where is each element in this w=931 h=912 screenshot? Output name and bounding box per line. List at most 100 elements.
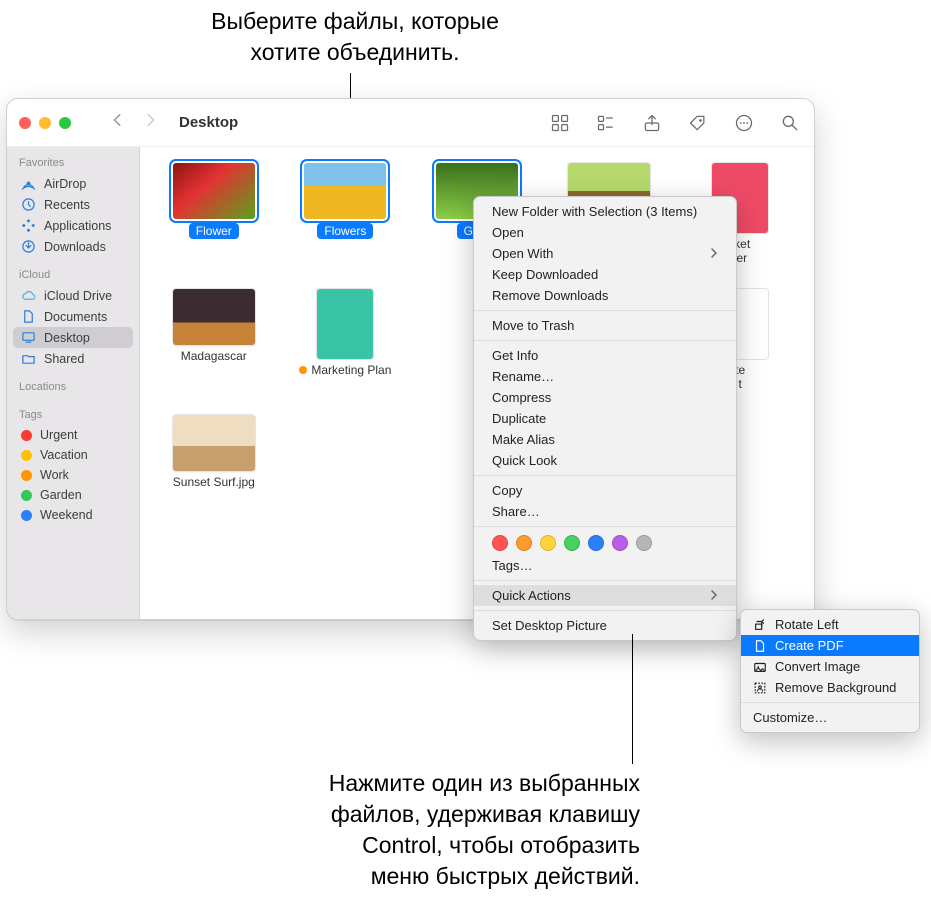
submenu-item[interactable]: Create PDF xyxy=(741,635,919,656)
sidebar-item-shared[interactable]: Shared xyxy=(13,348,133,369)
submenu-item-label: Create PDF xyxy=(775,638,844,653)
menu-item[interactable]: Compress xyxy=(474,387,736,408)
view-mode-button[interactable] xyxy=(550,113,570,133)
tag-dot-icon xyxy=(21,490,32,501)
sidebar-item-label: Downloads xyxy=(44,240,106,254)
photo-thumbnail xyxy=(173,163,255,219)
removebg-icon xyxy=(753,681,767,695)
submenu-item[interactable]: Remove Background xyxy=(741,677,919,698)
shared-icon xyxy=(21,351,36,366)
menu-item-label: Keep Downloaded xyxy=(492,267,598,282)
sidebar-tag-vacation[interactable]: Vacation xyxy=(13,445,133,465)
chevron-right-icon xyxy=(710,246,718,261)
tag-color-swatch[interactable] xyxy=(516,535,532,551)
submenu-item-label: Rotate Left xyxy=(775,617,839,632)
tag-color-swatch[interactable] xyxy=(564,535,580,551)
menu-item[interactable]: Quick Look xyxy=(474,450,736,471)
sidebar-item-icloud-drive[interactable]: iCloud Drive xyxy=(13,285,133,306)
menu-item-label: Quick Look xyxy=(492,453,557,468)
menu-item[interactable]: Remove Downloads xyxy=(474,285,736,306)
menu-item-label: Quick Actions xyxy=(492,588,571,603)
tags-button[interactable] xyxy=(688,113,708,133)
menu-item-label: New Folder with Selection (3 Items) xyxy=(492,204,697,219)
chevron-right-icon xyxy=(710,588,718,603)
sidebar-item-documents[interactable]: Documents xyxy=(13,306,133,327)
menu-item[interactable]: Get Info xyxy=(474,345,736,366)
more-button[interactable] xyxy=(734,113,754,133)
menu-item[interactable]: New Folder with Selection (3 Items) xyxy=(474,201,736,222)
tag-dot-icon xyxy=(21,510,32,521)
tag-color-swatch[interactable] xyxy=(492,535,508,551)
file-item[interactable]: Sunset Surf.jpg xyxy=(162,415,266,489)
minimize-icon[interactable] xyxy=(39,117,51,129)
zoom-icon[interactable] xyxy=(59,117,71,129)
sidebar-item-label: Work xyxy=(40,468,69,482)
menu-item[interactable]: Duplicate xyxy=(474,408,736,429)
submenu-item[interactable]: Rotate Left xyxy=(741,614,919,635)
tag-color-swatch[interactable] xyxy=(540,535,556,551)
menu-item[interactable]: Open xyxy=(474,222,736,243)
convert-icon xyxy=(753,660,767,674)
menu-item[interactable]: Open With xyxy=(474,243,736,264)
window-title: Desktop xyxy=(179,114,238,131)
cloud-icon xyxy=(21,288,36,303)
file-label: Sunset Surf.jpg xyxy=(173,475,255,489)
callout-top: Выберите файлы, которые хотите объединит… xyxy=(195,6,515,68)
menu-item-label: Copy xyxy=(492,483,522,498)
sidebar-item-downloads[interactable]: Downloads xyxy=(13,236,133,257)
tag-dot-icon xyxy=(21,450,32,461)
file-item[interactable]: Marketing Plan xyxy=(294,289,398,391)
downloads-icon xyxy=(21,239,36,254)
clock-icon xyxy=(21,197,36,212)
menu-item[interactable]: Move to Trash xyxy=(474,315,736,336)
menu-item[interactable]: Set Desktop Picture xyxy=(474,615,736,636)
menu-item-label: Rename… xyxy=(492,369,554,384)
sidebar-tag-urgent[interactable]: Urgent xyxy=(13,425,133,445)
group-button[interactable] xyxy=(596,113,616,133)
sidebar-item-airdrop[interactable]: AirDrop xyxy=(13,173,133,194)
context-menu: New Folder with Selection (3 Items) Open O… xyxy=(473,196,737,641)
window-controls[interactable] xyxy=(19,117,71,129)
forward-button[interactable] xyxy=(143,113,157,132)
menu-item-label: Tags… xyxy=(492,558,532,573)
menu-item[interactable]: Copy xyxy=(474,480,736,501)
sidebar-title-icloud: iCloud xyxy=(19,269,127,281)
sidebar-item-label: Desktop xyxy=(44,331,90,345)
menu-item[interactable]: Keep Downloaded xyxy=(474,264,736,285)
close-icon[interactable] xyxy=(19,117,31,129)
sidebar-item-desktop[interactable]: Desktop xyxy=(13,327,133,348)
file-label: Flowers xyxy=(317,223,373,239)
tag-color-swatch[interactable] xyxy=(636,535,652,551)
search-button[interactable] xyxy=(780,113,800,133)
sidebar: Favorites AirDrop Recents Applications D… xyxy=(7,147,140,619)
file-item[interactable]: Flower xyxy=(162,163,266,265)
sidebar-item-label: Urgent xyxy=(40,428,78,442)
submenu-item-label: Customize… xyxy=(753,710,827,725)
photo-thumbnail xyxy=(173,415,255,471)
menu-item[interactable]: Tags… xyxy=(474,555,736,576)
tag-color-row[interactable] xyxy=(474,531,736,555)
menu-item[interactable]: Share… xyxy=(474,501,736,522)
menu-item[interactable]: Make Alias xyxy=(474,429,736,450)
file-item[interactable]: Madagascar xyxy=(162,289,266,391)
callout-bottom-line xyxy=(632,634,633,764)
share-button[interactable] xyxy=(642,113,662,133)
menu-item[interactable]: Quick Actions xyxy=(474,585,736,606)
submenu-item[interactable]: Customize… xyxy=(741,707,919,728)
submenu-item[interactable]: Convert Image xyxy=(741,656,919,677)
sidebar-tag-work[interactable]: Work xyxy=(13,465,133,485)
tag-color-swatch[interactable] xyxy=(612,535,628,551)
sidebar-item-applications[interactable]: Applications xyxy=(13,215,133,236)
sidebar-title-tags: Tags xyxy=(19,409,127,421)
sidebar-tag-garden[interactable]: Garden xyxy=(13,485,133,505)
back-button[interactable] xyxy=(111,113,125,132)
file-item[interactable]: Flowers xyxy=(294,163,398,265)
sidebar-tag-weekend[interactable]: Weekend xyxy=(13,505,133,525)
sidebar-item-recents[interactable]: Recents xyxy=(13,194,133,215)
tag-color-swatch[interactable] xyxy=(588,535,604,551)
document-thumbnail xyxy=(317,289,373,359)
menu-item-label: Share… xyxy=(492,504,540,519)
tag-dot-icon xyxy=(299,366,307,374)
menu-item[interactable]: Rename… xyxy=(474,366,736,387)
menu-item-label: Open With xyxy=(492,246,553,261)
